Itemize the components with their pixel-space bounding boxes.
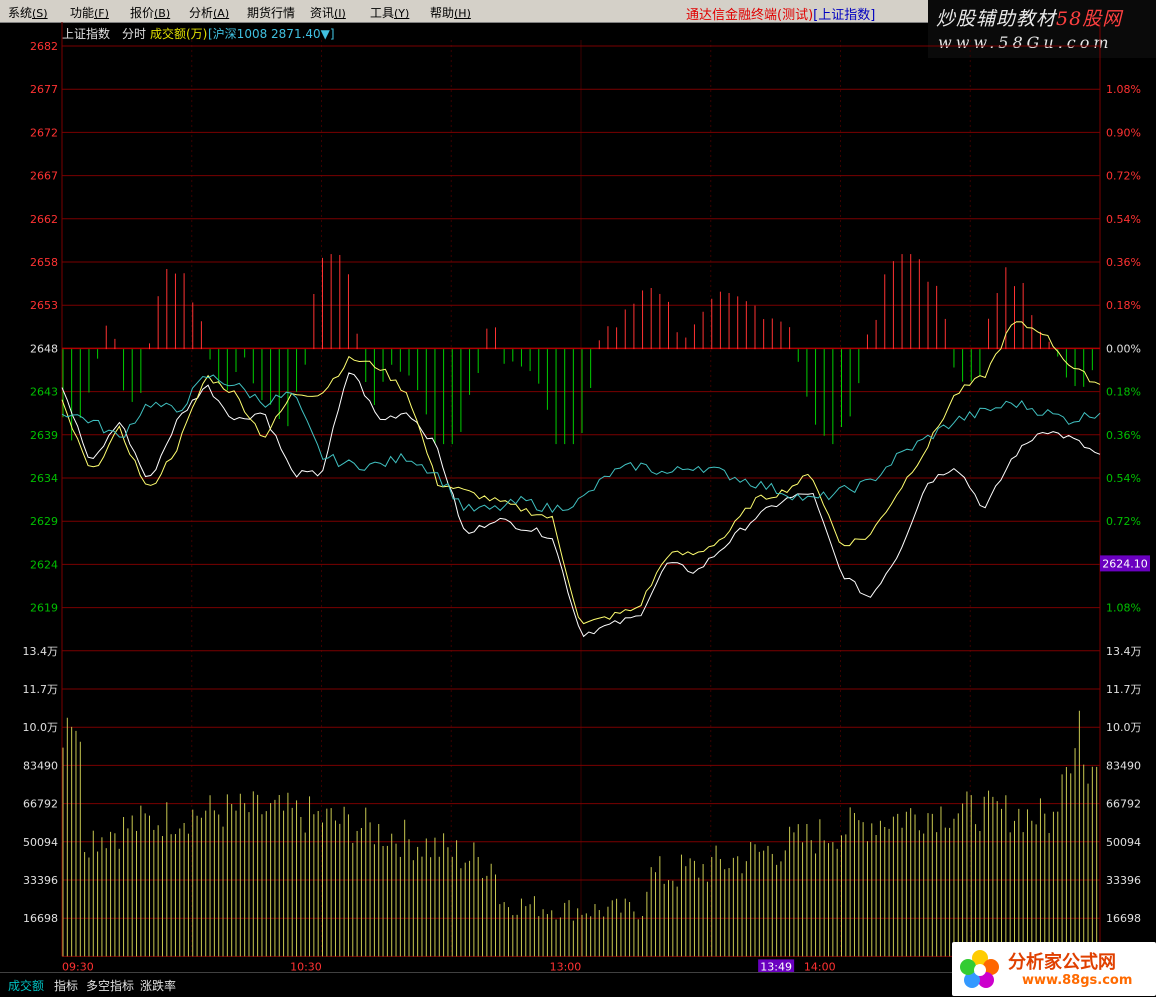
volume-tick-label: 50094 [1106,836,1141,849]
volume-tick-label: 83490 [1106,759,1141,772]
chart-indicator-label: 成交额(万) [150,26,207,41]
percent-tick-label: 0.36% [1106,256,1141,269]
volume-tick-label: 66792 [23,798,58,811]
intraday-chart[interactable]: 2682 2677 1.08% 2672 0.90% 2667 0.72% 2662 0.54%… [0,22,1156,972]
menu-system[interactable]: 系统(S) [8,4,48,21]
price-tick-label: 2667 [30,170,58,183]
watermark-88gs: 分析家公式网 www.88gs.com [952,942,1156,996]
price-tick-label: 2662 [30,213,58,226]
menu-function[interactable]: 功能(F) [70,4,109,21]
volume-tick-label: 66792 [1106,798,1141,811]
time-tick-label: 10:30 [290,960,322,972]
menu-tools[interactable]: 工具(Y) [370,4,409,21]
percent-tick-label: 0.72% [1106,170,1141,183]
percent-tick-label: 1.08% [1106,602,1141,615]
percent-tick-label: 0.72% [1106,515,1141,528]
volume-tick-label: 83490 [23,759,58,772]
time-tick-label: 09:30 [62,960,94,972]
percent-tick-label: 0.18% [1106,386,1141,399]
price-tick-label: 2653 [30,299,58,312]
percent-tick-label: 0.00% [1106,342,1141,355]
chart-security-name: 上证指数 [62,26,110,41]
window-title: 通达信金融终端(测试)[上证指数] [686,8,876,23]
volume-tick-label: 33396 [23,874,58,887]
price-tick-label: 2619 [30,602,58,615]
price-tick-label: 2672 [30,126,58,139]
volume-tick-label: 11.7万 [23,683,59,696]
tab-indicator[interactable]: 指标 [54,977,78,994]
volume-tick-label: 13.4万 [1106,645,1142,658]
percent-tick-label: 0.36% [1106,429,1141,442]
price-tick-label: 2629 [30,515,58,528]
time-cursor-label: 13:49 [760,960,792,972]
percent-tick-label: 0.90% [1106,126,1141,139]
percent-tick-label: 1.08% [1106,83,1141,96]
price-tick-label: 2682 [30,40,58,53]
menu-analysis[interactable]: 分析(A) [189,4,229,21]
menu-futures[interactable]: 期货行情 [247,4,295,21]
price-tick-label: 2634 [30,472,58,485]
percent-tick-label: 0.54% [1106,213,1141,226]
chart-compare-label: [沪深1008 2871.40▼] [208,27,335,41]
price-tick-label: 2658 [30,256,58,269]
menu-quote[interactable]: 报价(B) [130,4,170,21]
time-tick-label: 13:00 [550,960,582,972]
price-tick-label: 2677 [30,83,58,96]
price-tick-label: 2648 [30,342,58,355]
volume-tick-label: 11.7万 [1106,683,1142,696]
volume-tick-label: 13.4万 [23,645,59,658]
volume-tick-label: 10.0万 [23,721,59,734]
time-tick-label: 14:00 [804,960,836,972]
current-price-label: 2624.10 [1102,557,1148,570]
tab-long-short[interactable]: 多空指标 [86,977,134,994]
tab-turnover[interactable]: 成交额 [8,977,44,994]
price-tick-label: 2624 [30,558,58,571]
price-tick-label: 2643 [30,386,58,399]
volume-tick-label: 16698 [23,912,58,925]
menu-news[interactable]: 资讯(I) [310,4,346,21]
volume-tick-label: 10.0万 [1106,721,1142,734]
menu-help[interactable]: 帮助(H) [430,4,471,21]
percent-tick-label: 0.54% [1106,472,1141,485]
volume-tick-label: 16698 [1106,912,1141,925]
tab-rise-fall-rate[interactable]: 涨跌率 [140,977,176,994]
volume-tick-label: 50094 [23,836,58,849]
flower-logo-icon [960,950,999,988]
chart-mode-label: 分时 [122,27,146,41]
price-tick-label: 2639 [30,429,58,442]
percent-tick-label: 0.18% [1106,299,1141,312]
volume-tick-label: 33396 [1106,874,1141,887]
